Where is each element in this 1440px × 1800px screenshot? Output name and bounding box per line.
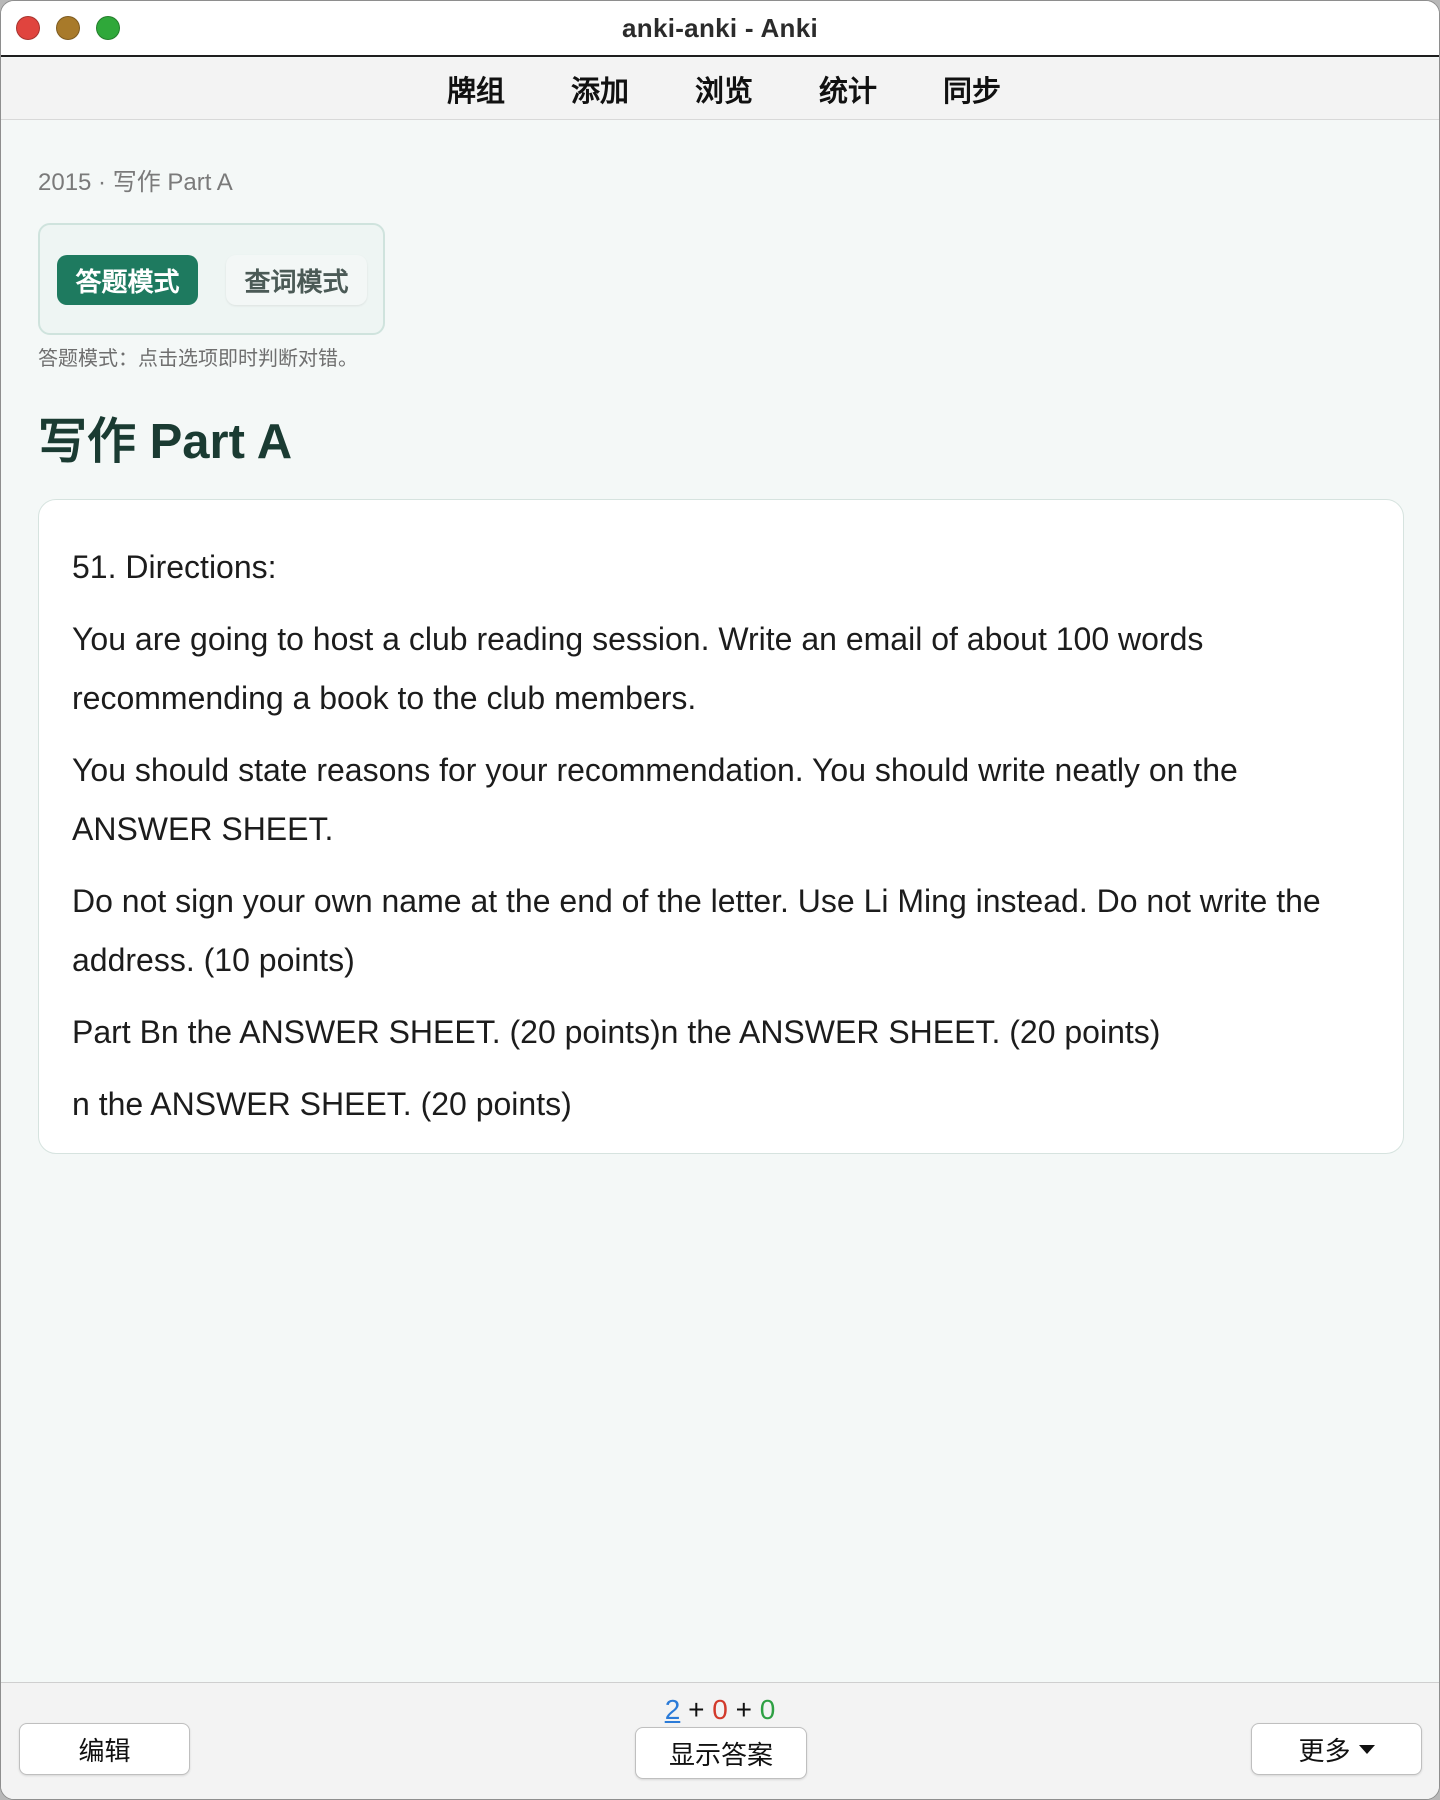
answer-mode-button[interactable]: 答题模式 [57,255,198,305]
mode-switcher: 答题模式 查词模式 [38,223,385,335]
title-bar: anki-anki - Anki [1,1,1439,57]
nav-stats[interactable]: 统计 [811,68,877,110]
edit-button[interactable]: 编辑 [19,1723,190,1775]
nav-sync[interactable]: 同步 [935,68,1001,110]
lookup-mode-button[interactable]: 查词模式 [226,255,367,305]
show-answer-button[interactable]: 显示答案 [635,1727,807,1779]
window-title: anki-anki - Anki [622,12,818,43]
breadcrumb: 2015 · 写作 Part A [38,169,233,196]
nav-decks[interactable]: 牌组 [439,68,505,110]
maximize-window-button[interactable] [96,16,120,40]
card-paragraph: 51. Directions: [72,549,277,585]
nav-browse[interactable]: 浏览 [687,68,753,110]
close-window-button[interactable] [16,16,40,40]
edit-button-label: 编辑 [78,1735,131,1766]
bottom-bar: 2 + 0 + 0 编辑 显示答案 更多 [1,1682,1439,1799]
card-paragraph: You should state reasons for your recomm… [72,752,1238,847]
show-answer-label: 显示答案 [668,1739,773,1770]
mode-hint: 答题模式：点击选项即时判断对错。 [38,348,358,370]
question-card: 51. Directions: You are going to host a … [38,499,1404,1154]
more-button-label: 更多 [1298,1735,1351,1766]
new-count[interactable]: 2 [665,1694,681,1725]
card-paragraph: Do not sign your own name at the end of … [72,883,1321,978]
card-paragraph: You are going to host a club reading ses… [72,621,1204,716]
count-separator: + [735,1694,752,1725]
minimize-window-button[interactable] [56,16,80,40]
top-nav: 牌组 添加 浏览 统计 同步 [1,58,1439,120]
card-paragraph: Part Bn the ANSWER SHEET. (20 points)n t… [72,1014,1161,1050]
review-count: 0 [759,1694,776,1725]
card-counts: 2 + 0 + 0 [1,1694,1439,1726]
anki-window: anki-anki - Anki 牌组 添加 浏览 统计 同步 2015 · 写… [0,0,1440,1800]
count-separator: + [688,1694,705,1725]
card-paragraph: n the ANSWER SHEET. (20 points) [72,1086,572,1122]
page-title: 写作 Part A [38,415,293,469]
window-controls [16,16,120,40]
more-button[interactable]: 更多 [1251,1723,1422,1775]
learning-count: 0 [712,1694,728,1725]
nav-add[interactable]: 添加 [563,68,629,110]
caret-down-icon [1358,1744,1375,1754]
